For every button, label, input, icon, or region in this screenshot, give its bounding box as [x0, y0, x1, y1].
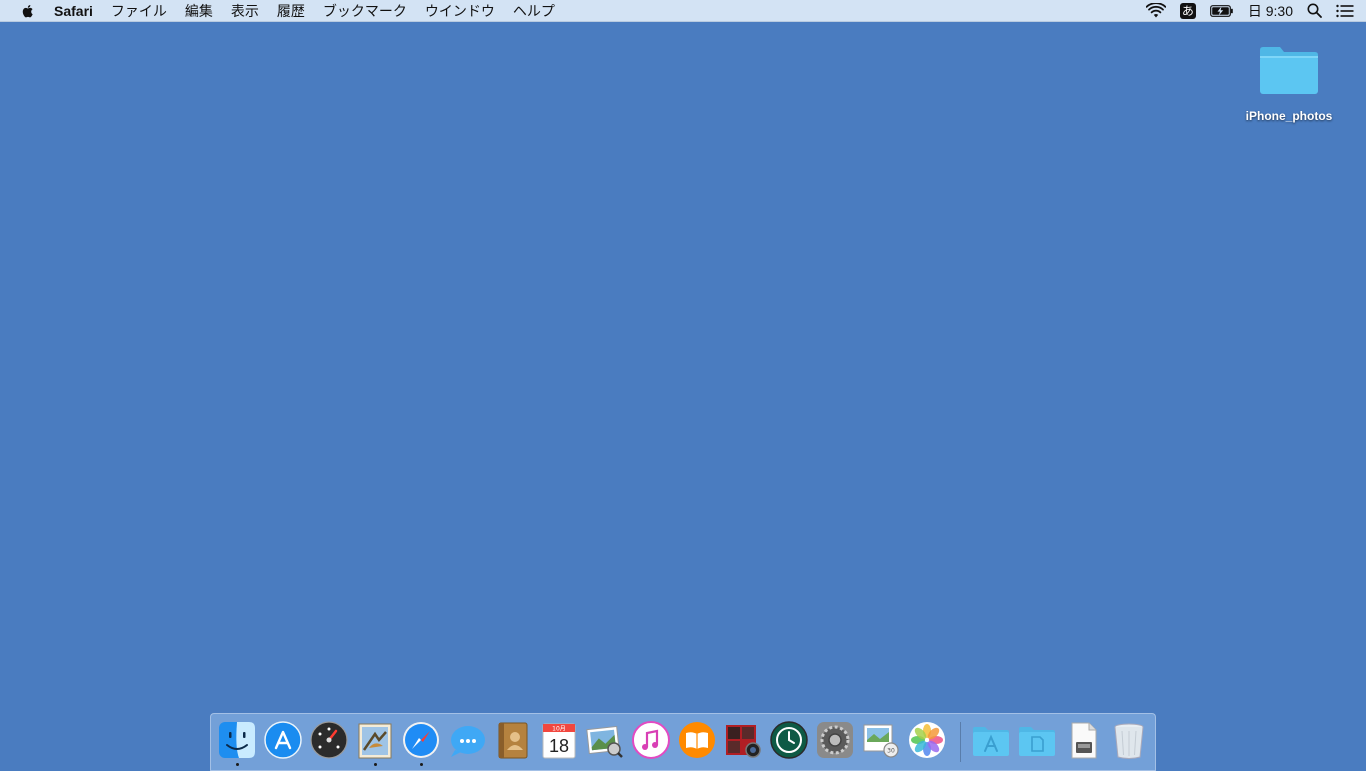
spotlight-button[interactable]	[1307, 0, 1322, 22]
image-capture-icon: 30	[863, 724, 899, 758]
menu-edit[interactable]: 編集	[176, 0, 222, 22]
time-machine-icon	[770, 721, 808, 759]
menu-bookmarks[interactable]: ブックマーク	[314, 0, 416, 22]
menu-help[interactable]: ヘルプ	[504, 0, 564, 22]
menu-clock[interactable]: 日 9:30	[1248, 0, 1293, 22]
messages-icon	[451, 726, 485, 757]
photos-icon	[909, 722, 945, 758]
dock-mail[interactable]	[355, 720, 395, 760]
dock-photo-booth[interactable]	[723, 720, 763, 760]
menu-bar: Safari ファイル 編集 表示 履歴 ブックマーク ウインドウ ヘルプ あ	[0, 0, 1366, 22]
calendar-day: 18	[549, 736, 569, 756]
dock-system-preferences[interactable]	[815, 720, 855, 760]
apple-menu-icon[interactable]	[19, 2, 37, 20]
dock-safari[interactable]	[401, 720, 441, 760]
dock-downloads-stack[interactable]	[1063, 720, 1103, 760]
mail-icon	[358, 723, 392, 759]
dock: 10月 18 30	[210, 713, 1156, 771]
dock-contacts[interactable]	[493, 720, 533, 760]
calendar-icon: 10月 18	[542, 723, 576, 759]
dock-image-capture[interactable]: 30	[861, 720, 901, 760]
menu-view[interactable]: 表示	[222, 0, 268, 22]
running-indicator-finder	[235, 763, 239, 766]
notification-center-button[interactable]	[1336, 0, 1354, 22]
dock-documents-folder[interactable]	[1017, 720, 1057, 760]
menu-bar-right: あ 日 9:30	[1132, 0, 1366, 22]
dock-separator	[960, 722, 961, 762]
menu-app-name[interactable]: Safari	[54, 0, 102, 22]
input-method-badge: あ	[1179, 2, 1196, 19]
dock-calendar[interactable]: 10月 18	[539, 720, 579, 760]
wifi-icon	[1145, 2, 1166, 17]
ibooks-icon	[679, 722, 715, 758]
safari-icon	[403, 722, 439, 758]
svg-text:30: 30	[887, 748, 895, 755]
documents-folder-icon	[1019, 727, 1055, 756]
dock-app-store[interactable]	[263, 720, 303, 760]
search-icon	[1307, 3, 1322, 18]
dock-photos[interactable]	[907, 720, 947, 760]
folder-icon	[1260, 47, 1318, 94]
system-preferences-icon	[817, 722, 853, 758]
dock-trash[interactable]	[1109, 720, 1149, 760]
desktop-folder-iphone-photos[interactable]: iPhone_photos	[1239, 44, 1339, 123]
itunes-icon	[632, 721, 670, 759]
dock-finder[interactable]	[217, 720, 257, 760]
downloads-stack-icon	[1071, 722, 1097, 759]
calendar-month: 10月	[552, 726, 566, 733]
menu-history[interactable]: 履歴	[268, 0, 314, 22]
photo-booth-icon	[726, 725, 761, 758]
dashboard-icon	[310, 721, 348, 759]
dock-ibooks[interactable]	[677, 720, 717, 760]
dock-dashboard[interactable]	[309, 720, 349, 760]
applications-folder-icon	[973, 727, 1009, 756]
menu-window[interactable]: ウインドウ	[416, 0, 504, 22]
dock-time-machine[interactable]	[769, 720, 809, 760]
running-indicator-mail	[373, 763, 377, 766]
list-icon	[1336, 4, 1354, 17]
dock-applications-folder[interactable]	[971, 720, 1011, 760]
contacts-icon	[498, 722, 528, 759]
finder-icon	[219, 722, 255, 758]
battery-status[interactable]	[1209, 0, 1234, 22]
input-method-status[interactable]: あ	[1179, 0, 1196, 22]
running-indicator-safari	[419, 763, 423, 766]
menu-file[interactable]: ファイル	[102, 0, 176, 22]
dock-preview[interactable]	[585, 720, 625, 760]
trash-icon	[1114, 723, 1144, 759]
desktop-folder-label: iPhone_photos	[1245, 109, 1333, 123]
preview-icon	[586, 725, 623, 758]
menu-bar-left: Safari ファイル 編集 表示 履歴 ブックマーク ウインドウ ヘルプ	[0, 0, 564, 22]
app-store-icon	[264, 721, 302, 759]
dock-messages[interactable]	[447, 720, 487, 760]
battery-charging-icon	[1209, 4, 1233, 17]
dock-itunes[interactable]	[631, 720, 671, 760]
wifi-status[interactable]	[1145, 0, 1166, 22]
